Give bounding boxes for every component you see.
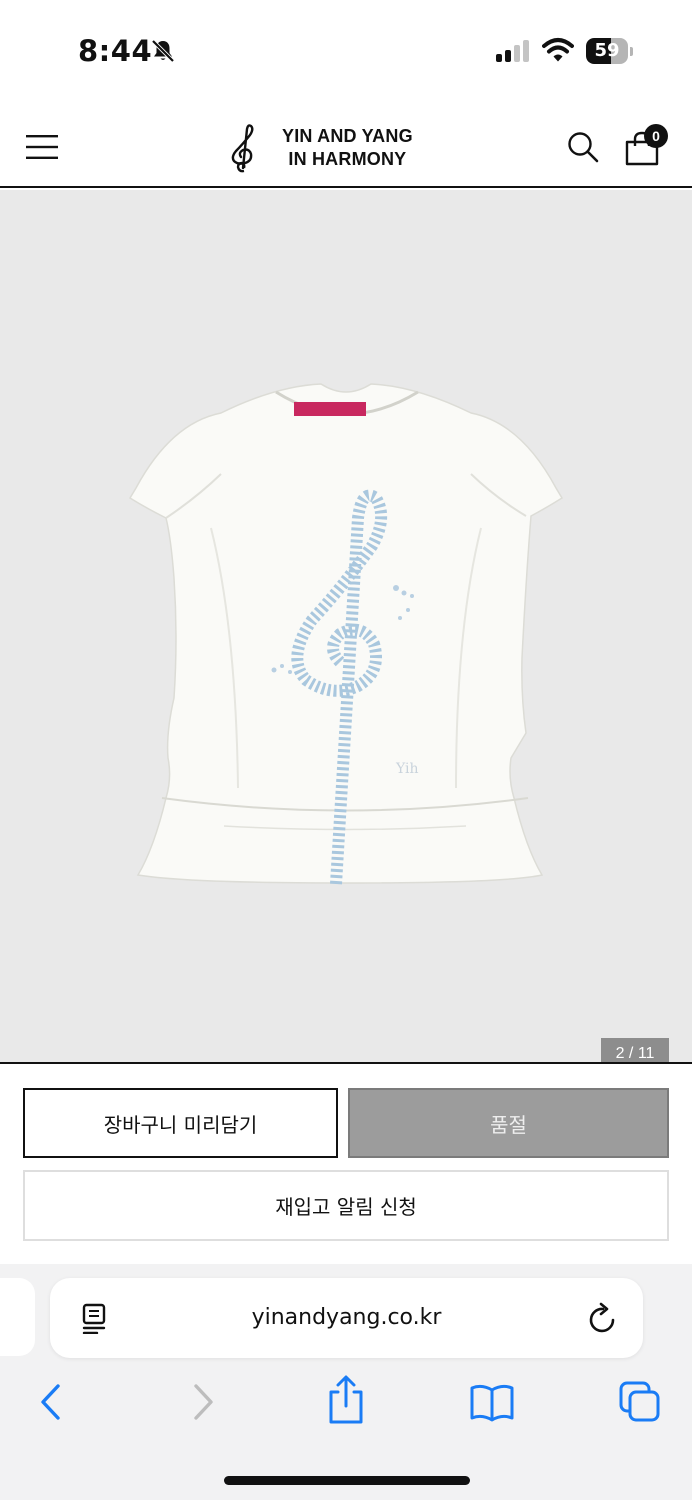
status-time: 8:44 [78, 34, 153, 68]
tabs-icon[interactable] [616, 1380, 664, 1424]
brand-logo-link[interactable]: YIN AND YANG IN HARMONY [222, 120, 413, 176]
image-counter: 2 / 11 [601, 1038, 669, 1064]
restock-alert-button[interactable]: 재입고 알림 신청 [23, 1170, 669, 1241]
home-indicator [224, 1476, 470, 1485]
reload-icon[interactable] [588, 1302, 618, 1334]
treble-clef-logo [231, 124, 254, 173]
brand-name-line1: YIN AND YANG [282, 126, 413, 146]
brand-name-line2: IN HARMONY [288, 149, 407, 169]
gallery-divider [0, 1062, 692, 1064]
sold-out-button[interactable]: 품절 [348, 1088, 669, 1158]
forward-icon[interactable] [178, 1380, 226, 1424]
svg-text:Yih: Yih [395, 761, 419, 777]
cellular-signal-icon [496, 40, 529, 62]
bookmarks-icon[interactable] [468, 1380, 516, 1424]
browser-toolbar: yinandyang.co.kr [0, 1264, 692, 1500]
menu-icon[interactable] [26, 134, 58, 160]
product-photo-tshirt: Yih [128, 383, 564, 885]
address-bar[interactable]: yinandyang.co.kr [50, 1278, 643, 1358]
previous-tab-preview[interactable] [0, 1278, 35, 1356]
status-bar: 8:44 59 [0, 0, 692, 100]
battery-indicator: 59 [586, 38, 633, 64]
site-header: YIN AND YANG IN HARMONY 0 [0, 100, 692, 188]
wifi-icon [542, 38, 574, 62]
cart-button[interactable]: 0 [624, 124, 672, 168]
share-icon[interactable] [322, 1374, 370, 1426]
bell-slash-icon [151, 39, 175, 63]
reader-icon[interactable] [80, 1302, 108, 1334]
search-icon[interactable] [566, 130, 600, 164]
back-icon[interactable] [28, 1380, 76, 1424]
battery-level: 59 [594, 40, 620, 61]
url-text: yinandyang.co.kr [251, 1305, 442, 1330]
cart-count-badge: 0 [644, 124, 668, 148]
product-image-gallery[interactable]: Yih 2 / 11 [0, 190, 692, 1064]
add-to-cart-button[interactable]: 장바구니 미리담기 [23, 1088, 338, 1158]
